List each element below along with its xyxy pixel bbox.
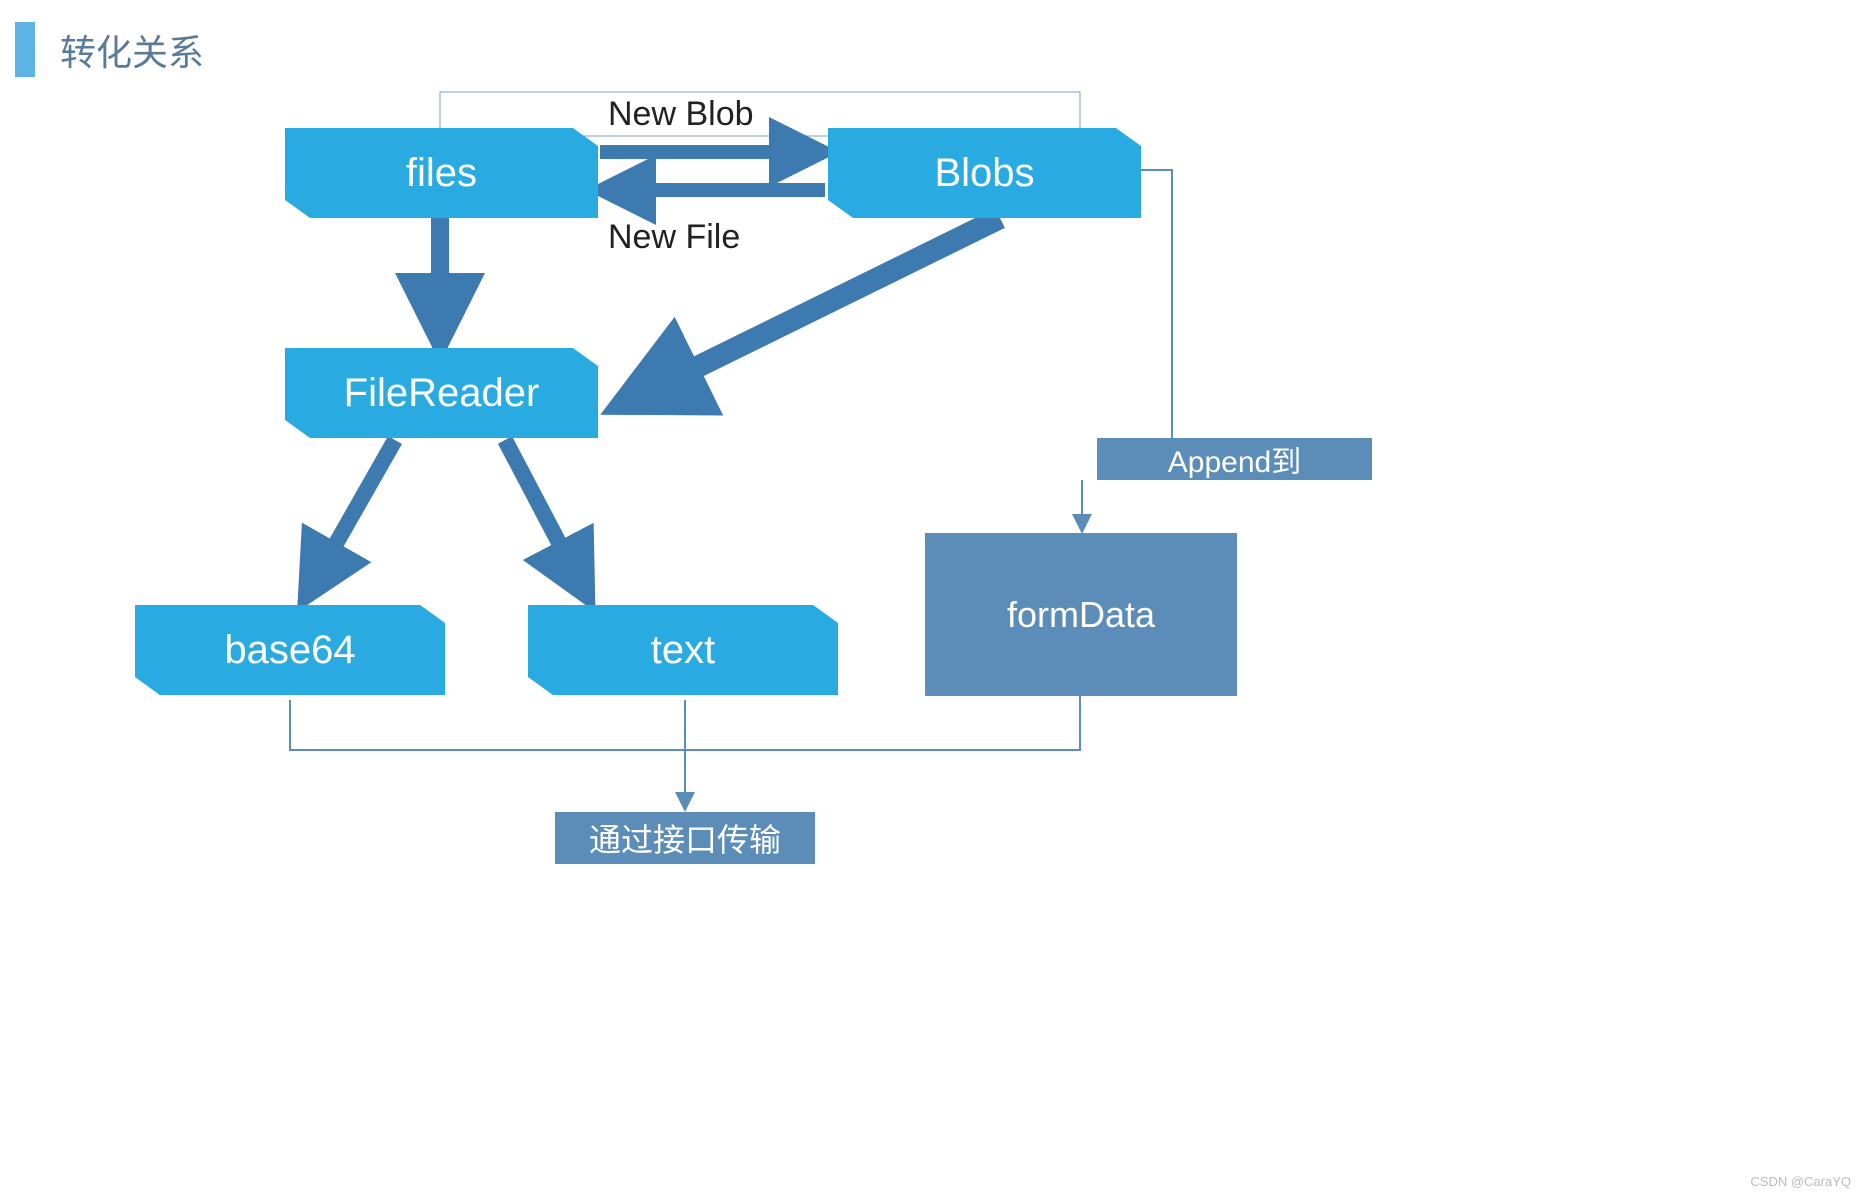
node-blobs: Blobs bbox=[828, 128, 1141, 218]
node-appendto-label: Append到 bbox=[1168, 437, 1301, 481]
node-transmit-label: 通过接口传输 bbox=[589, 815, 781, 861]
node-appendto: Append到 bbox=[1097, 438, 1372, 480]
node-text: text bbox=[528, 605, 838, 695]
node-blobs-label: Blobs bbox=[934, 151, 1034, 196]
node-formdata-label: formData bbox=[1007, 594, 1155, 636]
node-text-label: text bbox=[651, 628, 715, 673]
watermark: CSDN @CaraYQ bbox=[1750, 1174, 1851, 1189]
node-files: files bbox=[285, 128, 598, 218]
diagram-canvas: files Blobs FileReader base64 text Appen… bbox=[0, 0, 1863, 1197]
node-files-label: files bbox=[406, 151, 477, 196]
node-base64-label: base64 bbox=[224, 628, 355, 673]
node-base64: base64 bbox=[135, 605, 445, 695]
edge-label-new-blob: New Blob bbox=[608, 95, 754, 134]
edge-label-new-file: New File bbox=[608, 218, 740, 257]
node-filereader: FileReader bbox=[285, 348, 598, 438]
node-transmit: 通过接口传输 bbox=[555, 812, 815, 864]
node-filereader-label: FileReader bbox=[344, 371, 540, 416]
node-formdata: formData bbox=[925, 533, 1237, 696]
